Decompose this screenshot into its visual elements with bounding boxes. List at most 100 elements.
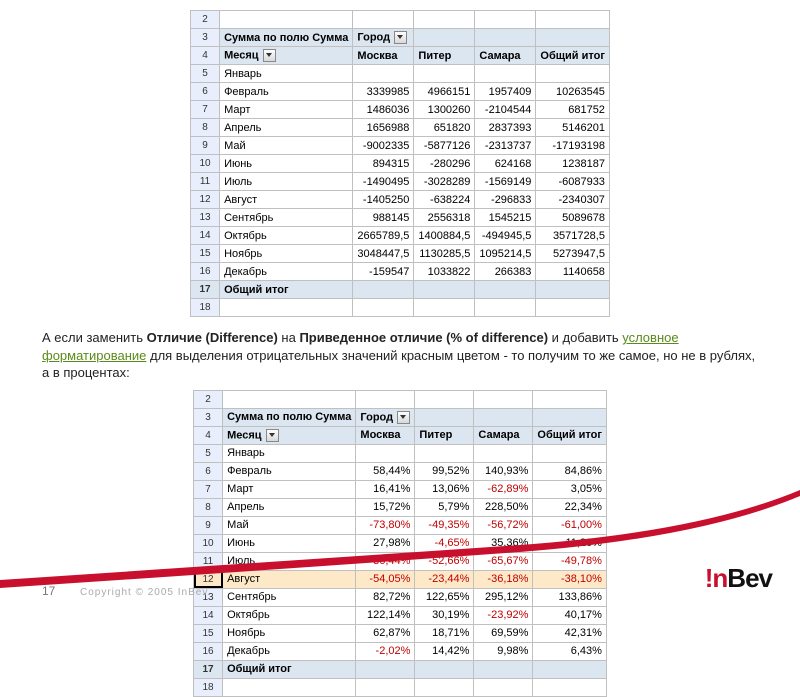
row-number: 13	[191, 209, 220, 227]
data-cell: -159547	[353, 263, 414, 281]
data-cell: 228,50%	[474, 498, 533, 516]
data-cell: 18,71%	[415, 624, 474, 642]
col-header: Москва	[353, 47, 414, 65]
row-label: Июль	[220, 173, 353, 191]
data-cell: -4,65%	[415, 534, 474, 552]
grand-total-label: Общий итог	[223, 660, 356, 678]
col-group-header[interactable]: Город	[356, 408, 415, 426]
data-cell: 1545215	[475, 209, 536, 227]
dropdown-icon[interactable]	[263, 49, 276, 62]
data-cell: -9002335	[353, 137, 414, 155]
data-cell: -1490495	[353, 173, 414, 191]
data-cell: 140,93%	[474, 462, 533, 480]
data-cell: 15,72%	[356, 498, 415, 516]
row-number: 10	[194, 534, 223, 552]
data-cell: 5,79%	[415, 498, 474, 516]
data-cell: 1486036	[353, 101, 414, 119]
row-number: 5	[191, 65, 220, 83]
data-cell	[536, 65, 610, 83]
pivot-sum-label: Сумма по полю Сумма	[223, 408, 356, 426]
row-label: Февраль	[223, 462, 356, 480]
dropdown-icon[interactable]	[394, 31, 407, 44]
data-cell: 10263545	[536, 83, 610, 101]
row-group-header[interactable]: Месяц	[220, 47, 353, 65]
data-cell: -61,00%	[533, 516, 607, 534]
data-cell: -2313737	[475, 137, 536, 155]
data-cell: -17193198	[536, 137, 610, 155]
pivot-sum-label: Сумма по полю Сумма	[220, 29, 353, 47]
data-cell: 3571728,5	[536, 227, 610, 245]
row-number: 16	[194, 642, 223, 660]
data-cell: -73,80%	[356, 516, 415, 534]
data-cell: 13,06%	[415, 480, 474, 498]
pivot-table-1: 23Сумма по полю СуммаГород4МесяцМоскваПи…	[190, 10, 610, 317]
data-cell: 1095214,5	[475, 245, 536, 263]
copyright-text: Copyright © 2005 InBev	[80, 587, 208, 598]
data-cell: -36,44%	[356, 552, 415, 570]
data-cell: -23,92%	[474, 606, 533, 624]
row-number: 16	[191, 263, 220, 281]
data-cell: 84,86%	[533, 462, 607, 480]
dropdown-icon[interactable]	[397, 411, 410, 424]
data-cell: 99,52%	[415, 462, 474, 480]
data-cell: 30,19%	[415, 606, 474, 624]
data-cell: 988145	[353, 209, 414, 227]
data-cell	[415, 444, 474, 462]
data-cell: 651820	[414, 119, 475, 137]
col-header: Самара	[474, 426, 533, 444]
data-cell: -638224	[414, 191, 475, 209]
data-cell: 6,43%	[533, 642, 607, 660]
data-cell: -2,02%	[356, 642, 415, 660]
row-label: Февраль	[220, 83, 353, 101]
data-cell: -494945,5	[475, 227, 536, 245]
data-cell: -5877126	[414, 137, 475, 155]
col-group-header[interactable]: Город	[353, 29, 414, 47]
data-cell: -65,67%	[474, 552, 533, 570]
data-cell: 58,44%	[356, 462, 415, 480]
data-cell: 16,41%	[356, 480, 415, 498]
data-cell: 1656988	[353, 119, 414, 137]
footer: 17 Copyright © 2005 InBev !nBev	[0, 572, 800, 602]
data-cell: -1569149	[475, 173, 536, 191]
col-header: Москва	[356, 426, 415, 444]
dropdown-icon[interactable]	[266, 429, 279, 442]
data-cell: 1238187	[536, 155, 610, 173]
row-label: Август	[220, 191, 353, 209]
data-cell	[533, 444, 607, 462]
col-header: Питер	[414, 47, 475, 65]
data-cell: 3048447,5	[353, 245, 414, 263]
row-number: 6	[191, 83, 220, 101]
grand-total-label: Общий итог	[220, 281, 353, 299]
row-number: 9	[194, 516, 223, 534]
data-cell: 2665789,5	[353, 227, 414, 245]
data-cell: 9,98%	[474, 642, 533, 660]
row-group-header[interactable]: Месяц	[223, 426, 356, 444]
data-cell: 3339985	[353, 83, 414, 101]
row-label: Апрель	[223, 498, 356, 516]
data-cell	[475, 65, 536, 83]
row-label: Октябрь	[220, 227, 353, 245]
data-cell: 2837393	[475, 119, 536, 137]
row-label: Июль	[223, 552, 356, 570]
data-cell: -2104544	[475, 101, 536, 119]
data-cell: 62,87%	[356, 624, 415, 642]
data-cell: 122,14%	[356, 606, 415, 624]
page-number: 17	[42, 584, 55, 598]
data-cell: 5146201	[536, 119, 610, 137]
data-cell: 1140658	[536, 263, 610, 281]
data-cell: -62,89%	[474, 480, 533, 498]
row-label: Ноябрь	[223, 624, 356, 642]
data-cell: 27,98%	[356, 534, 415, 552]
data-cell: -296833	[475, 191, 536, 209]
row-label: Январь	[220, 65, 353, 83]
data-cell: 3,05%	[533, 480, 607, 498]
data-cell: -56,72%	[474, 516, 533, 534]
data-cell: -1405250	[353, 191, 414, 209]
pivot-table-2: 23Сумма по полю СуммаГород4МесяцМоскваПи…	[193, 390, 607, 697]
row-number: 14	[194, 606, 223, 624]
data-cell: 4966151	[414, 83, 475, 101]
row-label: Июнь	[220, 155, 353, 173]
data-cell: 1300260	[414, 101, 475, 119]
row-label: Март	[223, 480, 356, 498]
data-cell: 1400884,5	[414, 227, 475, 245]
